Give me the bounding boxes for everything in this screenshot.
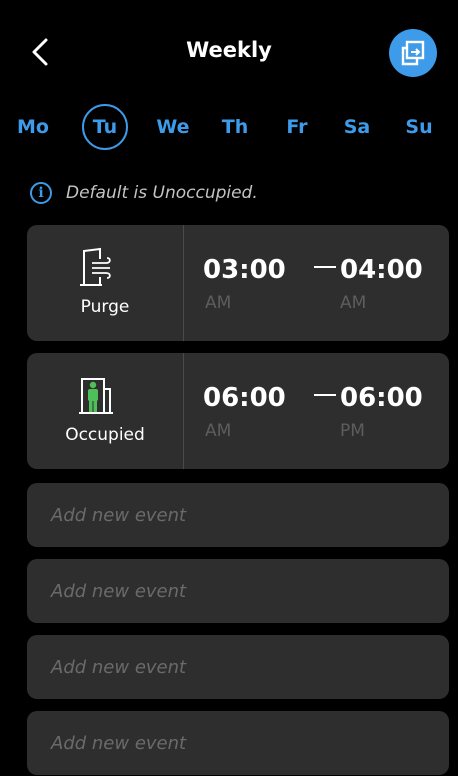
time-range-separator: [314, 394, 336, 396]
event-type-label: Occupied: [65, 425, 145, 445]
day-we[interactable]: We: [150, 104, 196, 150]
event-type: Purge: [27, 225, 184, 341]
start-period: AM: [205, 293, 232, 313]
day-tu[interactable]: Tu: [82, 104, 128, 150]
day-selector: Mo Tu We Th Fr Sa Su: [0, 104, 458, 154]
end-period: AM: [340, 293, 367, 313]
day-fr[interactable]: Fr: [274, 104, 320, 150]
end-period: PM: [340, 421, 365, 441]
add-event-button[interactable]: Add new event: [27, 635, 449, 699]
copy-schedule-button[interactable]: [389, 29, 437, 77]
event-card[interactable]: Purge 03:00 AM 04:00 AM: [27, 225, 449, 341]
start-time: 03:00: [203, 255, 286, 285]
start-period: AM: [205, 421, 232, 441]
add-event-label: Add new event: [51, 732, 187, 754]
event-type: Occupied: [27, 353, 184, 469]
default-info: i Default is Unoccupied.: [30, 180, 258, 206]
event-type-label: Purge: [80, 297, 130, 317]
add-event-label: Add new event: [51, 656, 187, 678]
end-time: 06:00: [340, 383, 423, 413]
day-th[interactable]: Th: [212, 104, 258, 150]
purge-icon: [80, 247, 111, 286]
info-text: Default is Unoccupied.: [66, 183, 258, 203]
start-time: 06:00: [203, 383, 286, 413]
occupied-icon: [79, 378, 113, 414]
info-icon: i: [30, 182, 52, 204]
add-event-label: Add new event: [51, 504, 187, 526]
day-mo[interactable]: Mo: [10, 104, 56, 150]
add-event-label: Add new event: [51, 580, 187, 602]
header: Weekly: [0, 0, 458, 110]
day-sa[interactable]: Sa: [334, 104, 380, 150]
time-range-separator: [314, 266, 336, 268]
event-card[interactable]: Occupied 06:00 AM 06:00 PM: [27, 353, 449, 469]
add-event-button[interactable]: Add new event: [27, 483, 449, 547]
day-su[interactable]: Su: [396, 104, 442, 150]
add-event-button[interactable]: Add new event: [27, 711, 449, 775]
copy-icon: [401, 40, 425, 66]
add-event-button[interactable]: Add new event: [27, 559, 449, 623]
end-time: 04:00: [340, 255, 423, 285]
